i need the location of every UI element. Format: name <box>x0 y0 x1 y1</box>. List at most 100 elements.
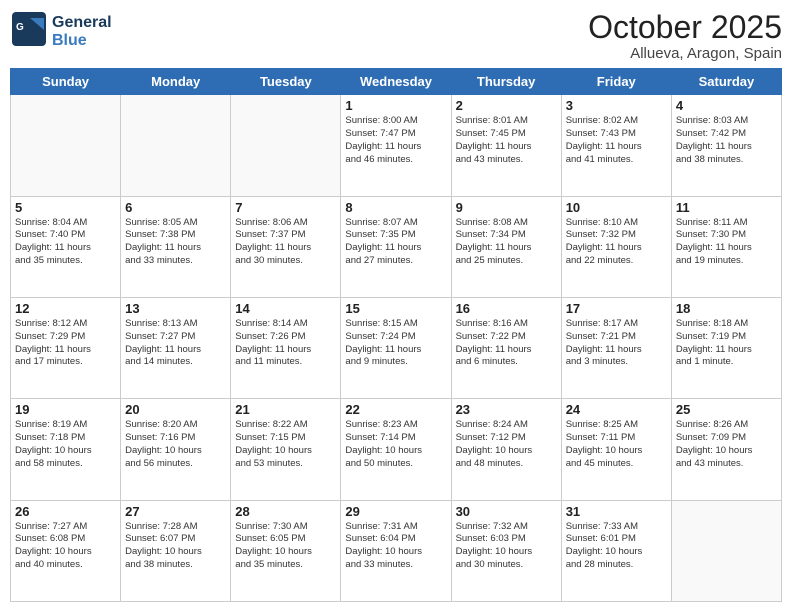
day-number: 17 <box>566 301 667 316</box>
cell-info: Sunrise: 8:17 AMSunset: 7:21 PMDaylight:… <box>566 318 667 369</box>
cell-info: Sunrise: 8:25 AMSunset: 7:11 PMDaylight:… <box>566 419 667 470</box>
weekday-header-thursday: Thursday <box>451 69 561 95</box>
calendar-cell: 13Sunrise: 8:13 AMSunset: 7:27 PMDayligh… <box>121 297 231 398</box>
day-number: 19 <box>15 402 116 417</box>
cell-info: Sunrise: 8:16 AMSunset: 7:22 PMDaylight:… <box>456 318 557 369</box>
cell-info: Sunrise: 8:20 AMSunset: 7:16 PMDaylight:… <box>125 419 226 470</box>
weekday-header-wednesday: Wednesday <box>341 69 451 95</box>
calendar-cell: 18 Sunrise: 8:18 AMSunset: 7:19 PMDayligh… <box>671 297 781 398</box>
title-section: October 2025 Allueva, Aragon, Spain <box>588 10 782 62</box>
weekday-header-row: SundayMondayTuesdayWednesdayThursdayFrid… <box>11 69 782 95</box>
day-number: 21 <box>235 402 336 417</box>
day-number: 24 <box>566 402 667 417</box>
calendar-cell: 12 Sunrise: 8:12 AMSunset: 7:29 PMDayligh… <box>11 297 121 398</box>
day-number: 28 <box>235 504 336 519</box>
day-number: 26 <box>15 504 116 519</box>
day-number: 16 <box>456 301 557 316</box>
calendar-cell: 31 Sunrise: 7:33 AMSunset: 6:01 PMDayligh… <box>561 500 671 601</box>
day-number: 5 <box>15 200 116 215</box>
calendar-cell: 27 Sunrise: 7:28 AMSunset: 6:07 PMDayligh… <box>121 500 231 601</box>
day-number: 4 <box>676 98 777 113</box>
calendar-cell: 1Sunrise: 8:00 AMSunset: 7:47 PMDaylight… <box>341 95 451 196</box>
day-number: 30 <box>456 504 557 519</box>
cell-info: Sunrise: 8:08 AMSunset: 7:34 PMDaylight:… <box>456 217 557 268</box>
cell-info: Sunrise: 8:06 AMSunset: 7:37 PMDaylight:… <box>235 217 336 268</box>
calendar-cell <box>671 500 781 601</box>
calendar: SundayMondayTuesdayWednesdayThursdayFrid… <box>10 68 782 602</box>
cell-info: Sunrise: 8:18 AMSunset: 7:19 PMDaylight:… <box>676 318 777 369</box>
day-number: 2 <box>456 98 557 113</box>
calendar-cell: 17 Sunrise: 8:17 AMSunset: 7:21 PMDayligh… <box>561 297 671 398</box>
day-number: 14 <box>235 301 336 316</box>
calendar-cell: 10Sunrise: 8:10 AMSunset: 7:32 PMDayligh… <box>561 196 671 297</box>
calendar-cell: 15 Sunrise: 8:15 AMSunset: 7:24 PMDayligh… <box>341 297 451 398</box>
calendar-cell: 5Sunrise: 8:04 AMSunset: 7:40 PMDaylight… <box>11 196 121 297</box>
day-number: 15 <box>345 301 446 316</box>
calendar-cell: 7 Sunrise: 8:06 AMSunset: 7:37 PMDaylight… <box>231 196 341 297</box>
day-number: 8 <box>345 200 446 215</box>
cell-info: Sunrise: 7:30 AMSunset: 6:05 PMDaylight:… <box>235 521 336 572</box>
cell-info: Sunrise: 8:22 AMSunset: 7:15 PMDaylight:… <box>235 419 336 470</box>
cell-info: Sunrise: 7:32 AMSunset: 6:03 PMDaylight:… <box>456 521 557 572</box>
day-number: 31 <box>566 504 667 519</box>
day-number: 25 <box>676 402 777 417</box>
cell-info: Sunrise: 8:19 AMSunset: 7:18 PMDaylight:… <box>15 419 116 470</box>
month-title: October 2025 <box>588 10 782 45</box>
location: Allueva, Aragon, Spain <box>588 45 782 62</box>
calendar-cell <box>121 95 231 196</box>
cell-info: Sunrise: 8:24 AMSunset: 7:12 PMDaylight:… <box>456 419 557 470</box>
day-number: 3 <box>566 98 667 113</box>
day-number: 29 <box>345 504 446 519</box>
logo: G General Blue <box>10 10 112 53</box>
day-number: 11 <box>676 200 777 215</box>
cell-info: Sunrise: 8:05 AMSunset: 7:38 PMDaylight:… <box>125 217 226 268</box>
calendar-cell: 19 Sunrise: 8:19 AMSunset: 7:18 PMDayligh… <box>11 399 121 500</box>
calendar-cell: 25 Sunrise: 8:26 AMSunset: 7:09 PMDayligh… <box>671 399 781 500</box>
svg-text:G: G <box>16 22 24 33</box>
day-number: 27 <box>125 504 226 519</box>
day-number: 20 <box>125 402 226 417</box>
calendar-cell: 3 Sunrise: 8:02 AMSunset: 7:43 PMDaylight… <box>561 95 671 196</box>
cell-info: Sunrise: 8:26 AMSunset: 7:09 PMDaylight:… <box>676 419 777 470</box>
cell-info: Sunrise: 8:11 AMSunset: 7:30 PMDaylight:… <box>676 217 777 268</box>
calendar-cell: 30 Sunrise: 7:32 AMSunset: 6:03 PMDayligh… <box>451 500 561 601</box>
calendar-cell: 14Sunrise: 8:14 AMSunset: 7:26 PMDayligh… <box>231 297 341 398</box>
day-number: 12 <box>15 301 116 316</box>
calendar-cell: 23Sunrise: 8:24 AMSunset: 7:12 PMDayligh… <box>451 399 561 500</box>
calendar-cell: 9 Sunrise: 8:08 AMSunset: 7:34 PMDaylight… <box>451 196 561 297</box>
cell-info: Sunrise: 8:12 AMSunset: 7:29 PMDaylight:… <box>15 318 116 369</box>
day-number: 1 <box>345 98 446 113</box>
calendar-cell: 6 Sunrise: 8:05 AMSunset: 7:38 PMDaylight… <box>121 196 231 297</box>
weekday-header-friday: Friday <box>561 69 671 95</box>
cell-info: Sunrise: 8:02 AMSunset: 7:43 PMDaylight:… <box>566 115 667 166</box>
cell-info: Sunrise: 7:33 AMSunset: 6:01 PMDaylight:… <box>566 521 667 572</box>
day-number: 10 <box>566 200 667 215</box>
calendar-cell: 29 Sunrise: 7:31 AMSunset: 6:04 PMDayligh… <box>341 500 451 601</box>
day-number: 7 <box>235 200 336 215</box>
cell-info: Sunrise: 8:01 AMSunset: 7:45 PMDaylight:… <box>456 115 557 166</box>
cell-info: Sunrise: 8:23 AMSunset: 7:14 PMDaylight:… <box>345 419 446 470</box>
cell-info: Sunrise: 7:28 AMSunset: 6:07 PMDaylight:… <box>125 521 226 572</box>
header: G General Blue October 2025 Allueva, Ara… <box>10 10 782 62</box>
logo-general: General <box>52 14 112 32</box>
cell-info: Sunrise: 7:31 AMSunset: 6:04 PMDaylight:… <box>345 521 446 572</box>
calendar-week-4: 19 Sunrise: 8:19 AMSunset: 7:18 PMDayligh… <box>11 399 782 500</box>
day-number: 18 <box>676 301 777 316</box>
day-number: 6 <box>125 200 226 215</box>
logo-blue: Blue <box>52 32 112 50</box>
cell-info: Sunrise: 7:27 AMSunset: 6:08 PMDaylight:… <box>15 521 116 572</box>
day-number: 9 <box>456 200 557 215</box>
cell-info: Sunrise: 8:15 AMSunset: 7:24 PMDaylight:… <box>345 318 446 369</box>
calendar-cell: 21 Sunrise: 8:22 AMSunset: 7:15 PMDayligh… <box>231 399 341 500</box>
page: G General Blue October 2025 Allueva, Ara… <box>0 0 792 612</box>
calendar-cell: 20 Sunrise: 8:20 AMSunset: 7:16 PMDayligh… <box>121 399 231 500</box>
calendar-cell <box>11 95 121 196</box>
calendar-cell: 4 Sunrise: 8:03 AMSunset: 7:42 PMDaylight… <box>671 95 781 196</box>
cell-info: Sunrise: 8:03 AMSunset: 7:42 PMDaylight:… <box>676 115 777 166</box>
calendar-cell: 28 Sunrise: 7:30 AMSunset: 6:05 PMDayligh… <box>231 500 341 601</box>
calendar-week-5: 26 Sunrise: 7:27 AMSunset: 6:08 PMDayligh… <box>11 500 782 601</box>
logo-icon: G <box>10 10 48 48</box>
calendar-cell: 8Sunrise: 8:07 AMSunset: 7:35 PMDaylight… <box>341 196 451 297</box>
calendar-week-1: 1Sunrise: 8:00 AMSunset: 7:47 PMDaylight… <box>11 95 782 196</box>
cell-info: Sunrise: 8:13 AMSunset: 7:27 PMDaylight:… <box>125 318 226 369</box>
